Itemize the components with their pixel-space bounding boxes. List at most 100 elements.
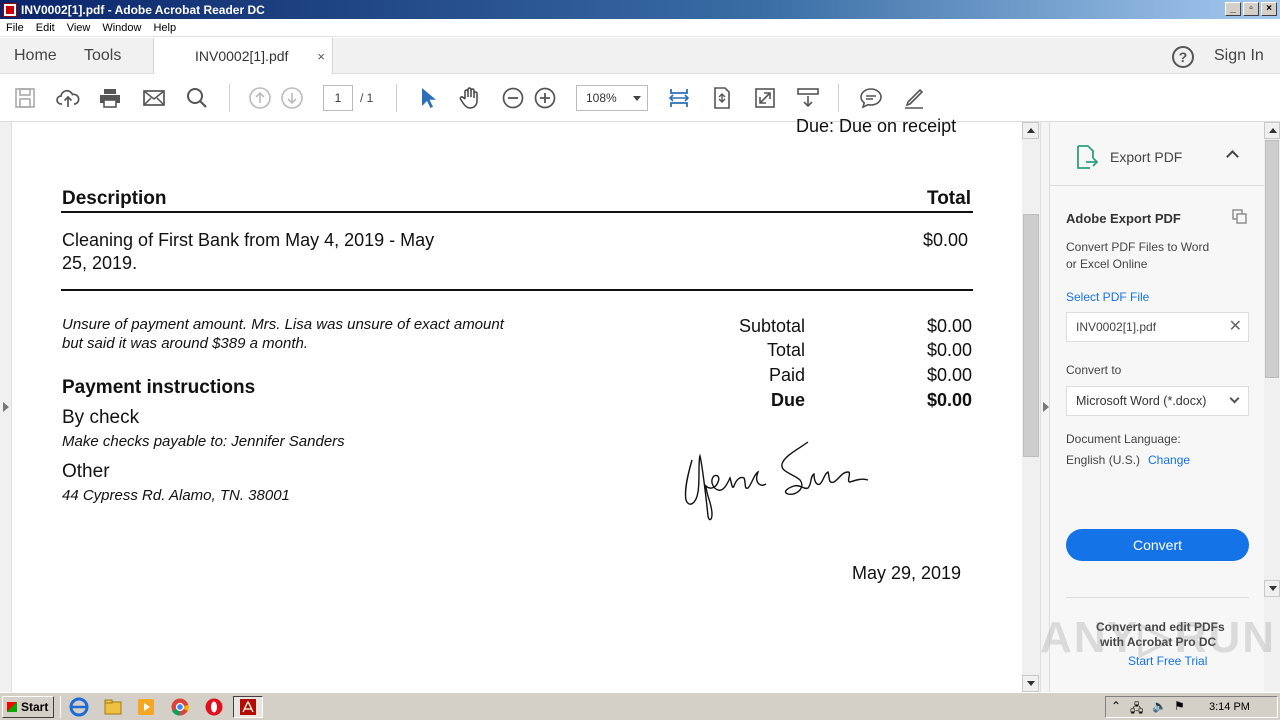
export-pdf-pane: Export PDF Adobe Export PDF Convert PDF … xyxy=(1050,122,1264,692)
summary-value: $0.00 xyxy=(926,390,972,410)
summary-value: $0.00 xyxy=(926,365,972,385)
page-total: / 1 xyxy=(360,91,374,105)
column-total: Total xyxy=(927,188,971,209)
scroll-mode-icon[interactable] xyxy=(796,86,820,110)
next-page-icon[interactable] xyxy=(280,86,304,110)
windows-taskbar: Start ⌃ 🖧 🔈 ⚑ 3:14 PM xyxy=(0,692,1280,720)
header-rule xyxy=(61,211,973,213)
close-window-button[interactable]: × xyxy=(1261,2,1277,16)
comment-icon[interactable] xyxy=(859,86,883,110)
summary-label: Total xyxy=(766,340,805,360)
tab-home[interactable]: Home xyxy=(14,38,57,74)
summary-value: $0.00 xyxy=(926,316,972,336)
document-page[interactable]: Due: Due on receipt Description Total Cl… xyxy=(0,116,1040,692)
payable-to: Make checks payable to: Jennifer Sanders xyxy=(62,433,345,450)
chevron-up-icon[interactable] xyxy=(1226,150,1239,163)
copy-icon[interactable] xyxy=(1232,209,1248,225)
hand-tool-icon[interactable] xyxy=(458,86,482,110)
file-explorer-icon[interactable] xyxy=(103,697,123,717)
start-button[interactable]: Start xyxy=(2,696,54,718)
menu-edit[interactable]: Edit xyxy=(30,22,61,34)
zoom-out-icon[interactable] xyxy=(501,86,525,110)
menu-view[interactable]: View xyxy=(61,22,97,34)
maximize-button[interactable]: ▫ xyxy=(1243,2,1259,16)
save-icon[interactable] xyxy=(13,86,37,110)
menu-window[interactable]: Window xyxy=(96,22,147,34)
opera-icon[interactable] xyxy=(204,697,224,717)
scroll-down-button[interactable] xyxy=(1022,675,1039,692)
highlight-pen-icon[interactable] xyxy=(902,86,926,110)
convert-to-select[interactable]: Microsoft Word (*.docx) xyxy=(1066,386,1249,416)
convert-button[interactable]: Convert xyxy=(1066,529,1249,561)
help-icon[interactable]: ? xyxy=(1172,46,1194,68)
previous-page-icon[interactable] xyxy=(248,86,272,110)
by-check: By check xyxy=(62,407,140,428)
media-player-icon[interactable] xyxy=(136,697,156,717)
volume-icon[interactable]: 🔈 xyxy=(1152,699,1167,713)
print-icon[interactable] xyxy=(98,86,122,110)
full-screen-icon[interactable] xyxy=(753,86,777,110)
item-amount: $0.00 xyxy=(923,230,969,250)
selected-file-field[interactable]: INV0002[1].pdf ✕ xyxy=(1066,312,1249,342)
zoom-value: 108% xyxy=(586,91,617,105)
flag-icon[interactable]: ⚑ xyxy=(1174,699,1185,713)
document-tab-label: INV0002[1].pdf xyxy=(195,48,289,64)
other-label: Other xyxy=(62,461,110,482)
window-title-bar[interactable]: INV0002[1].pdf - Adobe Acrobat Reader DC… xyxy=(0,0,1280,19)
export-pdf-header[interactable]: Export PDF xyxy=(1050,122,1264,186)
remove-file-icon[interactable]: ✕ xyxy=(1229,313,1242,341)
tab-tools[interactable]: Tools xyxy=(84,38,121,74)
clock[interactable]: 3:14 PM xyxy=(1209,701,1250,713)
selected-file-name: INV0002[1].pdf xyxy=(1076,320,1157,334)
item-description-line1: Cleaning of First Bank from May 4, 2019 … xyxy=(62,230,435,250)
upload-cloud-icon[interactable] xyxy=(56,86,80,110)
select-cursor-icon[interactable] xyxy=(416,86,440,110)
internet-explorer-icon[interactable] xyxy=(69,697,89,717)
expand-left-icon xyxy=(3,402,9,412)
scroll-thumb[interactable] xyxy=(1023,214,1039,457)
summary-value: $0.00 xyxy=(926,340,972,360)
pane-scroll-thumb[interactable] xyxy=(1265,140,1279,378)
right-pane-collapse[interactable] xyxy=(1040,122,1050,692)
acrobat-app-icon xyxy=(3,2,17,17)
pane-scrollbar[interactable] xyxy=(1264,122,1280,692)
search-icon[interactable] xyxy=(185,86,209,110)
minimize-button[interactable]: _ xyxy=(1225,2,1241,16)
menu-file[interactable]: File xyxy=(0,22,30,34)
summary-label: Due xyxy=(770,390,805,410)
system-tray: ⌃ 🖧 🔈 ⚑ 3:14 PM xyxy=(1105,696,1278,718)
window-title: INV0002[1].pdf - Adobe Acrobat Reader DC xyxy=(21,2,265,17)
zoom-in-icon[interactable] xyxy=(533,86,557,110)
pane-scroll-down-button[interactable] xyxy=(1264,580,1280,597)
tab-document[interactable]: INV0002[1].pdf × xyxy=(153,38,333,75)
fit-page-icon[interactable] xyxy=(710,86,734,110)
export-desc-line2: or Excel Online xyxy=(1066,257,1148,271)
close-tab-icon[interactable]: × xyxy=(317,38,325,75)
network-icon[interactable]: 🖧 xyxy=(1130,699,1143,720)
taskbar-acrobat-button[interactable] xyxy=(233,696,263,718)
export-desc-line1: Convert PDF Files to Word xyxy=(1066,240,1210,254)
convert-to-label: Convert to xyxy=(1066,363,1122,377)
fit-width-icon[interactable] xyxy=(667,86,691,110)
page-number-input[interactable]: 1 xyxy=(323,85,353,111)
document-scrollbar[interactable] xyxy=(1022,122,1040,692)
convert-to-value: Microsoft Word (*.docx) xyxy=(1076,394,1207,408)
sign-in-link[interactable]: Sign In xyxy=(1214,38,1264,74)
change-language-link[interactable]: Change xyxy=(1148,453,1190,467)
select-pdf-file-link[interactable]: Select PDF File xyxy=(1066,290,1149,304)
item-description-line2: 25, 2019. xyxy=(62,253,138,273)
export-pdf-title: Export PDF xyxy=(1110,149,1183,165)
email-icon[interactable] xyxy=(142,86,166,110)
chevron-down-icon xyxy=(633,96,641,101)
summary-label: Paid xyxy=(768,365,805,385)
pane-scroll-up-button[interactable] xyxy=(1264,122,1280,139)
chrome-icon[interactable] xyxy=(170,697,190,717)
scroll-up-button[interactable] xyxy=(1022,122,1039,139)
chevron-down-icon xyxy=(1229,393,1240,404)
left-panel-toggle[interactable] xyxy=(0,122,12,692)
document-language-value: English (U.S.) xyxy=(1066,453,1141,467)
signature-image xyxy=(684,441,869,521)
tray-expand-icon[interactable]: ⌃ xyxy=(1111,699,1121,713)
menu-help[interactable]: Help xyxy=(147,22,182,34)
zoom-level-select[interactable]: 108% xyxy=(576,85,648,111)
